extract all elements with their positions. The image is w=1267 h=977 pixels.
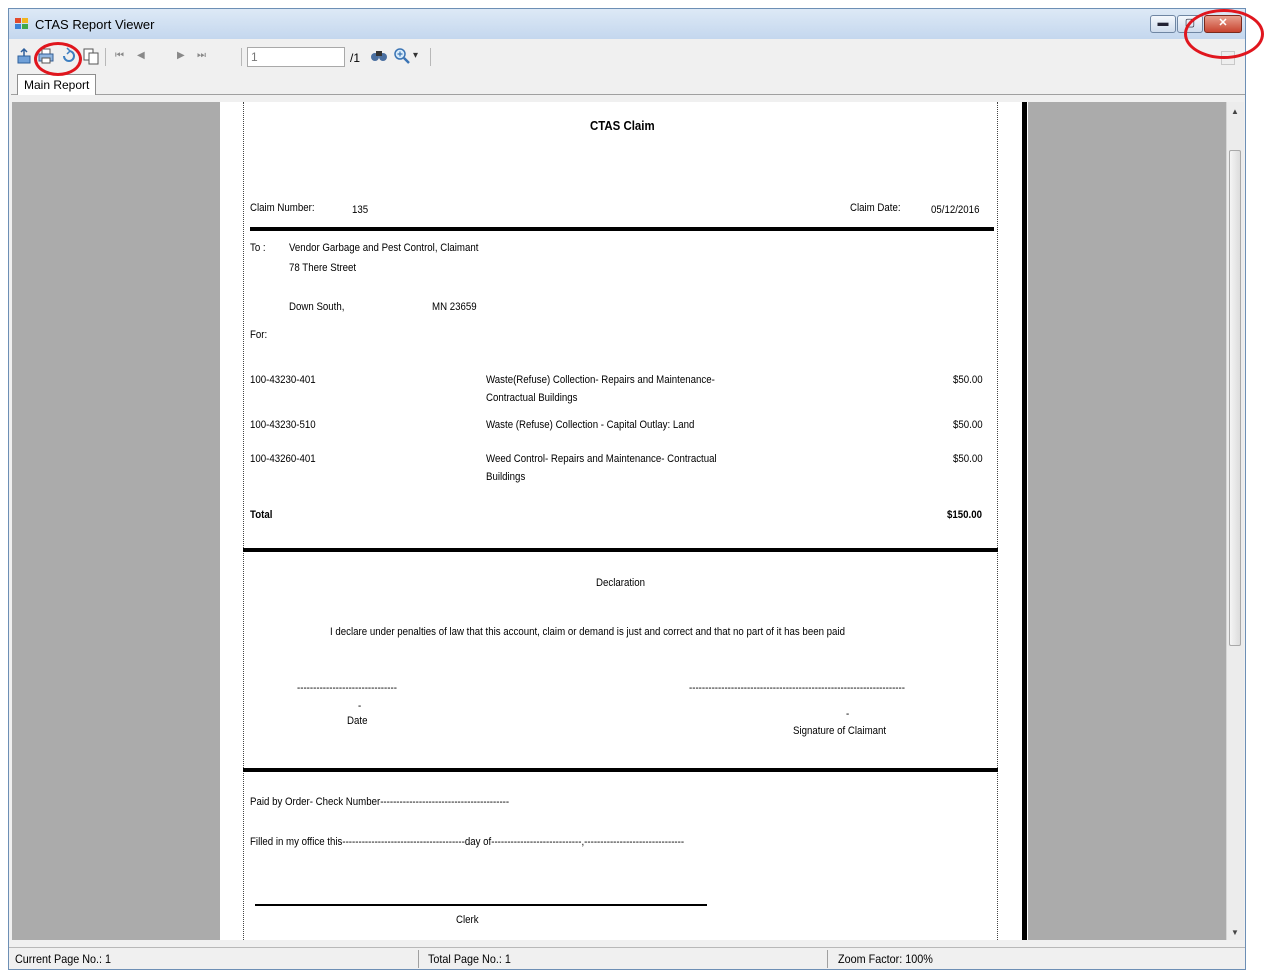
- rule: [250, 227, 994, 231]
- line-description: Waste(Refuse) Collection- Repairs and Ma…: [486, 374, 715, 386]
- export-icon[interactable]: [15, 47, 33, 65]
- filled-in-office: Filled in my office this----------------…: [250, 836, 685, 848]
- last-page-icon[interactable]: ⏭: [197, 50, 206, 61]
- report-title: CTAS Claim: [590, 118, 655, 133]
- status-bar: Current Page No.: 1 Total Page No.: 1 Zo…: [9, 947, 1245, 969]
- title-bar[interactable]: CTAS Report Viewer ▬ ▢ ✕: [9, 9, 1245, 39]
- toolbar-separator: [430, 48, 431, 66]
- window-title: CTAS Report Viewer: [35, 17, 155, 32]
- tab-strip: Main Report: [11, 72, 1245, 95]
- toolbar: ⏮ ◀ ▶ ⏭ 1 /1 ▾: [9, 43, 1245, 69]
- signature-label: Signature of Claimant: [793, 725, 887, 737]
- line-account: 100-43230-510: [250, 419, 316, 431]
- vertical-scrollbar[interactable]: ▲ ▼: [1226, 102, 1244, 940]
- vendor-address: 78 There Street: [289, 262, 357, 274]
- tab-main-report[interactable]: Main Report: [17, 74, 97, 95]
- zoom-icon[interactable]: [393, 47, 411, 65]
- line-amount: $50.00: [953, 419, 983, 431]
- line-description: Waste (Refuse) Collection - Capital Outl…: [486, 419, 695, 431]
- print-highlight-ring: [34, 42, 82, 76]
- vendor-state-zip: MN 23659: [432, 301, 477, 313]
- zoom-status: Zoom Factor: 100%: [838, 952, 933, 966]
- status-divider: [418, 950, 419, 968]
- claim-date-label: Claim Date:: [850, 202, 901, 214]
- vendor-name: Vendor Garbage and Pest Control, Claiman…: [289, 242, 479, 254]
- total-pages-status: Total Page No.: 1: [428, 952, 511, 966]
- close-highlight-ring: [1184, 9, 1264, 59]
- date-dash: -: [358, 700, 362, 712]
- margin-guide: [997, 102, 998, 940]
- declaration-title: Declaration: [596, 577, 645, 589]
- line-description: Buildings: [486, 471, 526, 483]
- signature-line: ----------------------------------------…: [689, 682, 905, 694]
- date-label: Date: [347, 715, 368, 727]
- claim-number-value: 135: [352, 204, 369, 216]
- date-line: -------------------------------: [297, 682, 397, 694]
- toolbar-separator: [241, 48, 242, 66]
- paid-by-order: Paid by Order- Check Number-------------…: [250, 796, 510, 808]
- total-amount: $150.00: [947, 509, 982, 521]
- scrollbar-thumb[interactable]: [1229, 150, 1241, 646]
- first-page-icon[interactable]: ⏮: [115, 50, 124, 61]
- copy-icon[interactable]: [82, 47, 100, 65]
- margin-guide: [243, 102, 244, 940]
- signature-dash: -: [846, 708, 850, 720]
- rule: [243, 548, 998, 552]
- page-total-label: /1: [350, 51, 361, 65]
- app-icon: [15, 18, 29, 30]
- line-account: 100-43230-401: [250, 374, 316, 386]
- line-description: Contractual Buildings: [486, 392, 578, 404]
- line-amount: $50.00: [953, 374, 983, 386]
- claim-date-value: 05/12/2016: [931, 204, 980, 216]
- total-label: Total: [250, 509, 273, 521]
- scroll-down-icon[interactable]: ▼: [1231, 928, 1239, 937]
- claim-number-label: Claim Number:: [250, 202, 315, 214]
- vendor-city: Down South,: [289, 301, 345, 313]
- scroll-up-icon[interactable]: ▲: [1231, 107, 1239, 116]
- clerk-signature-line: [255, 904, 707, 906]
- line-amount: $50.00: [953, 453, 983, 465]
- report-view: CTAS Claim Claim Number: 135 Claim Date:…: [12, 102, 1226, 940]
- page-edge: [1022, 102, 1027, 940]
- minimize-button[interactable]: ▬: [1150, 15, 1176, 33]
- next-page-icon[interactable]: ▶: [177, 50, 185, 61]
- rule: [243, 768, 998, 772]
- status-divider: [827, 950, 828, 968]
- declaration-text: I declare under penalties of law that th…: [330, 626, 845, 638]
- toolbar-separator: [105, 48, 106, 66]
- find-icon[interactable]: [370, 47, 388, 65]
- zoom-dropdown-icon[interactable]: ▾: [413, 50, 418, 61]
- report-viewer-window: CTAS Report Viewer ▬ ▢ ✕ ⏮ ◀ ▶ ⏭ 1 /1 ▾: [8, 8, 1246, 970]
- current-page-status: Current Page No.: 1: [15, 952, 112, 966]
- to-label: To :: [250, 242, 266, 254]
- report-page: CTAS Claim Claim Number: 135 Claim Date:…: [220, 102, 1028, 940]
- prev-page-icon[interactable]: ◀: [137, 50, 145, 61]
- line-account: 100-43260-401: [250, 453, 316, 465]
- line-description: Weed Control- Repairs and Maintenance- C…: [486, 453, 717, 465]
- page-number-input[interactable]: 1: [247, 47, 345, 67]
- for-label: For:: [250, 329, 268, 341]
- clerk-label: Clerk: [456, 914, 479, 926]
